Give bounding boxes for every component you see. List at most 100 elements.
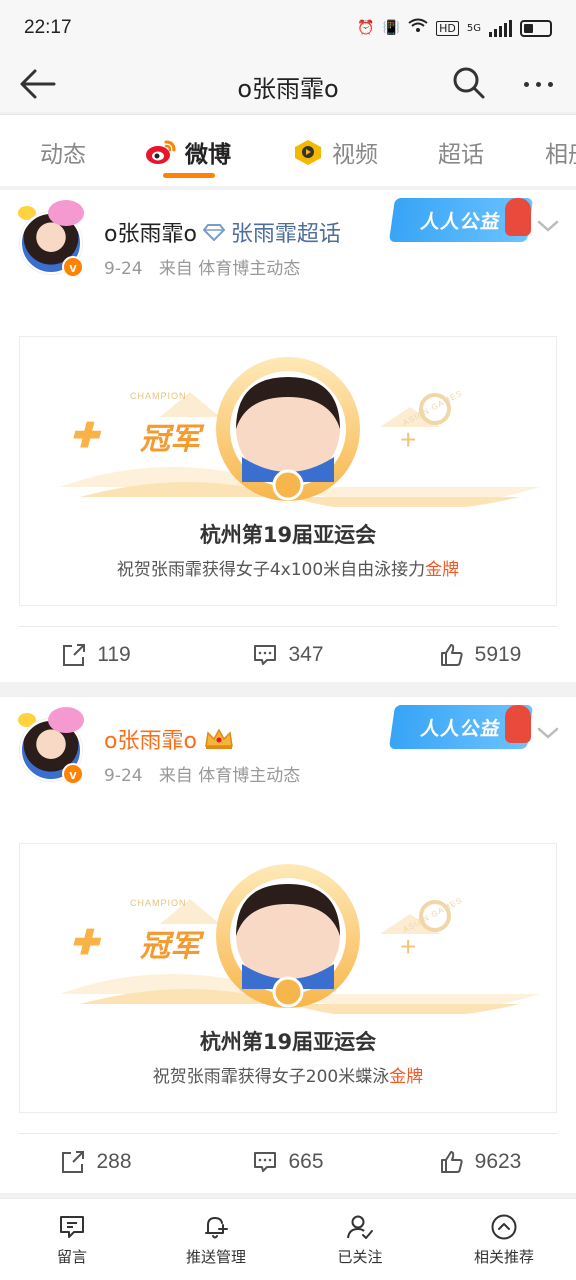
battery-icon [520,19,552,37]
comment-icon [254,1152,277,1172]
alarm-icon: ⏰ [357,20,375,36]
divider [19,1133,557,1134]
tab-label: 相册 [545,142,576,168]
champion-en-label: CHAMPION [130,898,187,908]
user-check-icon [347,1215,373,1239]
post-actions: 119 347 5919 [0,636,576,674]
signal-icon [489,19,512,37]
search-icon [453,67,485,99]
tab-label: 微博 [185,142,231,168]
username: o张雨霏o [104,729,197,754]
champion-en-label: CHAMPION [130,391,187,401]
repost-icon [62,1151,85,1173]
wifi-icon [408,18,428,38]
svg-text:✚: ✚ [70,924,102,962]
more-button[interactable] [518,72,558,96]
bottom-item-label: 相关推荐 [473,1248,534,1266]
bottom-item-following[interactable]: 已关注 [288,1199,432,1280]
bottom-item-label: 已关注 [337,1248,383,1266]
video-icon [295,140,321,165]
post-card: v o张雨霏o 9-24 来自 体育博主动态 人人公益 ✚ CHAMPION 冠… [0,697,576,1193]
champion-banner[interactable]: ✚ CHAMPION 冠军 ASIAN GAMES + 杭州第19届亚运会 祝贺… [19,336,557,606]
bottom-item-push[interactable]: 推送管理 [144,1199,288,1280]
comment-button[interactable]: 347 [192,636,384,674]
post-source: 来自 体育博主动态 [158,259,301,279]
post-card: v o张雨霏o 张雨霏超话 9-24 来自 体育博主动态 人人公益 ✚ CHAM… [0,190,576,682]
svg-text:+: + [400,424,416,455]
bottom-item-label: 推送管理 [185,1248,246,1266]
post-author[interactable]: o张雨霏o [104,723,235,755]
bottom-item-label: 留言 [56,1248,87,1266]
champion-banner-art: ✚ CHAMPION 冠军 ASIAN GAMES + [60,357,540,507]
like-button[interactable]: 9623 [384,1143,576,1181]
repost-count: 288 [96,1150,132,1173]
banner-title: 杭州第19届亚运会 [199,1030,377,1054]
tab-label: 动态 [40,142,86,168]
bottom-bar: 留言 推送管理 已关注 相关推荐 [0,1198,576,1280]
banner-subtitle-text: 祝贺张雨霏获得女子200米蝶泳 [152,1067,390,1087]
verified-badge: v [62,763,84,785]
tab-dynamics[interactable]: 动态 [40,135,86,169]
username: o张雨霏o [104,222,197,247]
avatar-decoration [48,200,84,226]
chevron-down-icon[interactable] [536,725,560,741]
svg-text:+: + [400,931,416,962]
status-time: 22:17 [24,17,72,38]
charity-mascot-icon [505,198,531,236]
profile-tabs: 动态 微博 视频 超话 相册 [0,114,576,186]
hd-badge: HD [436,20,459,36]
bell-plus-icon [205,1216,228,1239]
more-dot-icon [535,81,541,87]
repost-count: 119 [97,643,131,666]
champion-cn-label: 冠军 [139,422,205,457]
tab-album[interactable]: 相册 [545,135,576,169]
tab-label: 超话 [438,142,484,168]
like-button[interactable]: 5919 [384,636,576,674]
post-date: 9-24 [104,259,143,279]
gold-medal-text: 金牌 [389,1067,424,1087]
svg-text:✚: ✚ [70,417,102,455]
chevron-down-icon[interactable] [536,218,560,234]
banner-subtitle: 祝贺张雨霏获得女子200米蝶泳金牌 [20,1062,556,1087]
weibo-icon [146,140,176,164]
repost-button[interactable]: 288 [0,1143,192,1181]
search-button[interactable] [450,64,488,102]
repost-icon [63,644,86,666]
comment-count: 347 [288,643,324,666]
tab-weibo[interactable]: 微博 [145,135,231,169]
more-dot-icon [547,81,553,87]
avatar-decoration [48,707,84,733]
feed: v o张雨霏o 张雨霏超话 9-24 来自 体育博主动态 人人公益 ✚ CHAM… [0,190,576,1193]
post-source: 来自 体育博主动态 [158,766,301,786]
comment-count: 665 [288,1150,324,1173]
tab-video[interactable]: 视频 [292,135,378,169]
status-icons: ⏰ 📳 HD 5G [357,18,552,38]
status-bar: 22:17 ⏰ 📳 HD 5G [0,0,576,56]
more-dot-icon [523,81,529,87]
tab-supertopic[interactable]: 超话 [438,135,484,169]
champion-cn-label: 冠军 [139,929,205,964]
network-label: 5G [466,22,481,34]
repost-button[interactable]: 119 [0,636,192,674]
banner-title: 杭州第19届亚运会 [199,523,377,547]
like-count: 5919 [474,643,522,666]
active-tab-indicator [163,173,215,178]
champion-banner-art: ✚ CHAMPION 冠军 ASIAN GAMES + [60,864,540,1014]
thumbs-up-icon [440,644,463,666]
bottom-item-recommend[interactable]: 相关推荐 [432,1199,576,1280]
like-count: 9623 [474,1150,522,1173]
post-meta: 9-24 来自 体育博主动态 [104,761,300,786]
post-author[interactable]: o张雨霏o 张雨霏超话 [104,216,341,248]
comment-button[interactable]: 665 [192,1143,384,1181]
supertopic-link[interactable]: 张雨霏超话 [231,216,341,248]
tab-label: 视频 [332,142,378,168]
gold-medal-text: 金牌 [425,560,460,580]
vibrate-icon: 📳 [382,20,401,36]
banner-subtitle: 祝贺张雨霏获得女子4x100米自由泳接力金牌 [20,555,556,580]
chevron-up-circle-icon [491,1214,517,1240]
bottom-item-message[interactable]: 留言 [0,1199,144,1280]
post-date: 9-24 [104,766,143,786]
post-actions: 288 665 9623 [0,1143,576,1181]
champion-banner[interactable]: ✚ CHAMPION 冠军 ASIAN GAMES + 杭州第19届亚运会 祝贺… [19,843,557,1113]
thumbs-up-icon [440,1151,463,1173]
